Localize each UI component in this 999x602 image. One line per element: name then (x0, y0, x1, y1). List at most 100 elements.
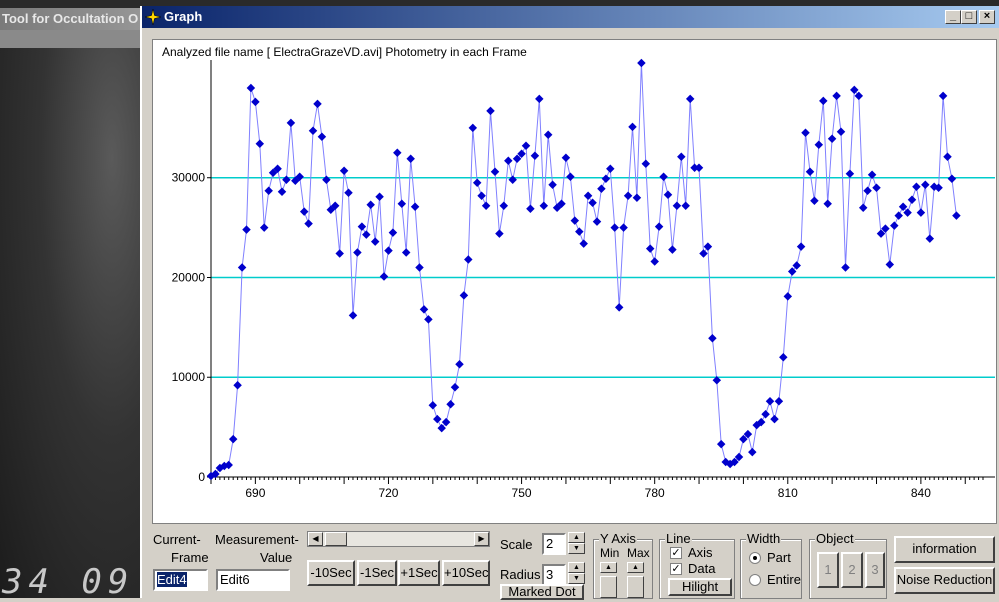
data-point (770, 414, 779, 424)
graph-title-bar[interactable]: Graph _ □ × (142, 6, 999, 28)
radius-down-icon[interactable]: ▼ (568, 573, 585, 584)
minus-10sec-button[interactable]: -10Sec (307, 560, 355, 586)
data-point (486, 106, 495, 116)
data-point (490, 167, 500, 176)
data-point (362, 230, 371, 239)
data-point (765, 396, 775, 406)
data-point (286, 118, 296, 128)
data-point (796, 242, 806, 251)
data-point (912, 182, 921, 191)
current-frame-label-1: Current- (153, 532, 201, 547)
data-point (592, 217, 602, 226)
data-point (819, 96, 828, 106)
frame-scrollbar[interactable]: ◀ ▶ (307, 531, 490, 547)
scroll-left-icon[interactable]: ◀ (308, 532, 323, 546)
y-max-track[interactable] (627, 576, 644, 598)
data-point (379, 272, 389, 281)
plus-1sec-button[interactable]: +1Sec (398, 560, 440, 586)
object-2-button[interactable]: 2 (841, 552, 863, 588)
data-point (251, 97, 260, 107)
radius-up-icon[interactable]: ▲ (568, 562, 585, 573)
plus-10sec-button[interactable]: +10Sec (442, 560, 490, 586)
data-point (619, 223, 628, 232)
data-point (943, 152, 952, 162)
data-point (668, 245, 677, 254)
data-point (477, 191, 486, 200)
minimize-button[interactable]: _ (945, 10, 961, 24)
radius-label: Radius (500, 567, 541, 582)
data-point (317, 132, 327, 142)
scroll-thumb[interactable] (325, 532, 347, 546)
data-point (925, 234, 935, 243)
data-point (561, 153, 571, 163)
scale-up-icon[interactable]: ▲ (568, 532, 585, 543)
information-button[interactable]: information (894, 536, 995, 563)
data-point (677, 152, 686, 162)
noise-reduction-button[interactable]: Noise Reduction (894, 567, 995, 594)
y-min-track[interactable] (600, 576, 617, 598)
main-window-title[interactable]: Tool for Occultation O (0, 8, 162, 30)
current-frame-value: Edit4 (157, 572, 187, 587)
data-point (827, 134, 837, 144)
data-point (322, 175, 331, 184)
data-point (823, 199, 832, 208)
object-caption: Object (815, 531, 855, 546)
video-frame: 34 09 (0, 48, 140, 602)
y-tick-label: 20000 (172, 270, 206, 284)
scale-field[interactable]: 2 (542, 533, 566, 555)
y-min-up-icon[interactable]: ▲ (600, 562, 617, 573)
data-point (464, 255, 473, 264)
scale-down-icon[interactable]: ▼ (568, 543, 585, 554)
data-point (299, 207, 309, 216)
entire-radio[interactable] (749, 574, 761, 586)
data-point (685, 94, 695, 104)
data-point (916, 208, 926, 217)
maximize-button[interactable]: □ (961, 10, 977, 24)
data-point (401, 248, 411, 257)
data-point (938, 91, 948, 101)
data-point (623, 191, 633, 200)
hilight-button[interactable]: Hilight (668, 578, 732, 596)
axis-checkbox[interactable]: ✓ (670, 547, 682, 559)
data-point (237, 263, 247, 272)
data-point (264, 186, 273, 195)
main-window-toolbar (0, 30, 140, 48)
data-point (455, 360, 464, 369)
data-point (872, 183, 881, 192)
scroll-right-icon[interactable]: ▶ (474, 532, 489, 546)
data-point (499, 201, 509, 210)
plot-area[interactable]: Analyzed file name [ ElectraGrazeVD.avi]… (152, 39, 997, 524)
data-point (801, 128, 810, 138)
data-point (246, 83, 256, 93)
minus-1sec-button[interactable]: -1Sec (357, 560, 397, 586)
measurement-value-field[interactable]: Edit6 (216, 569, 290, 591)
data-point (850, 85, 859, 95)
data-point (495, 229, 504, 238)
y-axis-max-label: Max (627, 546, 650, 560)
part-radio[interactable] (749, 552, 761, 564)
graph-window: Graph _ □ × Analyzed file name [ Electra… (140, 6, 999, 600)
radius-field[interactable]: 3 (542, 564, 566, 586)
data-point (242, 225, 251, 234)
y-max-up-icon[interactable]: ▲ (627, 562, 644, 573)
data-point (703, 242, 713, 251)
object-1-button[interactable]: 1 (817, 552, 839, 588)
data-point (606, 164, 615, 174)
x-tick-label: 810 (778, 486, 798, 500)
object-3-button[interactable]: 3 (865, 552, 885, 588)
current-frame-field[interactable]: Edit4 (153, 569, 208, 591)
data-point (832, 91, 841, 101)
part-radio-label: Part (767, 550, 791, 565)
data-point (450, 382, 460, 392)
data-point (858, 203, 868, 212)
data-point (579, 239, 588, 248)
data-point (543, 130, 553, 140)
measurement-label-1: Measurement- (215, 532, 299, 547)
data-point (348, 311, 358, 320)
data-point (375, 192, 384, 201)
data-point (535, 94, 544, 104)
data-point (792, 261, 801, 270)
data-checkbox[interactable]: ✓ (670, 563, 682, 575)
data-point (255, 139, 265, 149)
close-button[interactable]: × (979, 10, 995, 24)
